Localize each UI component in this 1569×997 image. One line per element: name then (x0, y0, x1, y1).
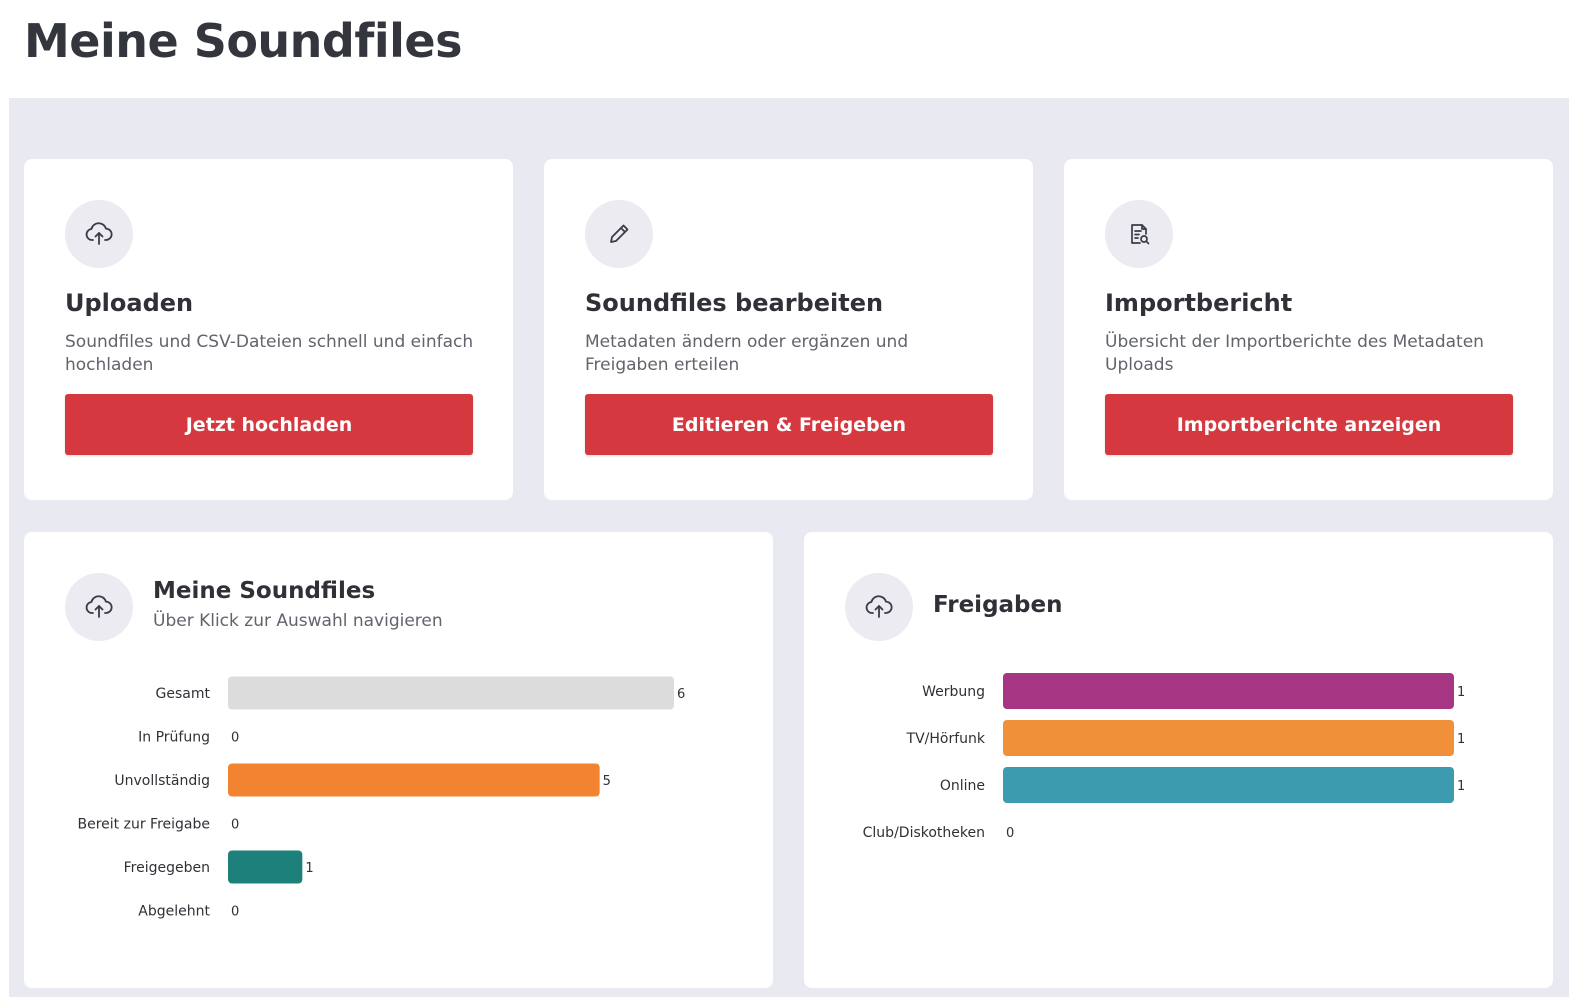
freigaben-category-label[interactable]: Online (940, 778, 985, 794)
pencil-icon (585, 200, 653, 268)
edit-card-title: Soundfiles bearbeiten (585, 289, 884, 317)
import-card-description: Übersicht der Importberichte des Metadat… (1105, 332, 1484, 375)
edit-and-release-button[interactable]: Editieren & Freigeben (585, 394, 993, 455)
freigaben-category-label[interactable]: Club/Diskotheken (863, 825, 985, 841)
edit-soundfiles-card: Soundfiles bearbeiten Metadaten ändern o… (544, 159, 1033, 500)
soundfiles-bar-unvollständig[interactable] (228, 763, 600, 797)
soundfiles-chart-card: Meine Soundfiles Über Klick zur Auswahl … (24, 532, 773, 988)
freigaben-value-label: 1 (1457, 685, 1465, 700)
soundfiles-value-label: 0 (231, 731, 239, 746)
soundfiles-bar-chart[interactable]: Gesamt 6 In Prüfung 0 Unvollständig 5 Bereit z… (24, 532, 773, 988)
soundfiles-bar-freigegeben[interactable] (228, 850, 303, 884)
freigaben-chart-card: Freigaben Werbung 1 TV/Hörfunk 1 Online 1 Club… (804, 532, 1553, 988)
freigaben-category-label[interactable]: TV/Hörfunk (906, 731, 986, 747)
freigaben-value-label: 0 (1006, 826, 1014, 841)
freigaben-bar-werbung[interactable] (1003, 673, 1454, 709)
import-report-card: Importbericht Übersicht der Importberich… (1064, 159, 1553, 500)
soundfiles-value-label: 0 (231, 905, 239, 920)
edit-card-description: Metadaten ändern oder ergänzen und Freig… (585, 332, 909, 375)
upload-card-description: Soundfiles und CSV-Dateien schnell und e… (65, 332, 474, 375)
soundfiles-category-label[interactable]: Gesamt (156, 686, 211, 702)
page-title: Meine Soundfiles (24, 14, 462, 68)
freigaben-category-label[interactable]: Werbung (922, 684, 985, 700)
soundfiles-value-label: 5 (603, 774, 611, 789)
soundfiles-value-label: 6 (677, 687, 685, 702)
upload-card-title: Uploaden (65, 289, 194, 317)
freigaben-bar-online[interactable] (1003, 767, 1454, 803)
freigaben-bar-tv-hörfunk[interactable] (1003, 720, 1454, 756)
report-search-icon (1105, 200, 1173, 268)
dashboard-area: Uploaden Soundfiles und CSV-Dateien schn… (9, 98, 1569, 997)
upload-now-button[interactable]: Jetzt hochladen (65, 394, 473, 455)
soundfiles-category-label[interactable]: Bereit zur Freigabe (78, 817, 211, 833)
soundfiles-value-label: 1 (305, 861, 313, 876)
import-card-title: Importbericht (1105, 289, 1293, 317)
show-import-reports-button[interactable]: Importberichte anzeigen (1105, 394, 1513, 455)
soundfiles-category-label[interactable]: Freigegeben (124, 860, 210, 876)
freigaben-value-label: 1 (1457, 779, 1465, 794)
upload-card: Uploaden Soundfiles und CSV-Dateien schn… (24, 159, 513, 500)
soundfiles-category-label[interactable]: Abgelehnt (138, 904, 210, 920)
soundfiles-bar-gesamt[interactable] (228, 676, 674, 710)
freigaben-value-label: 1 (1457, 732, 1465, 747)
freigaben-bar-chart[interactable]: Werbung 1 TV/Hörfunk 1 Online 1 Club/Diskothek… (804, 532, 1553, 988)
soundfiles-value-label: 0 (231, 818, 239, 833)
soundfiles-category-label[interactable]: Unvollständig (114, 773, 210, 789)
soundfiles-category-label[interactable]: In Prüfung (138, 730, 210, 746)
cloud-upload-icon (65, 200, 133, 268)
